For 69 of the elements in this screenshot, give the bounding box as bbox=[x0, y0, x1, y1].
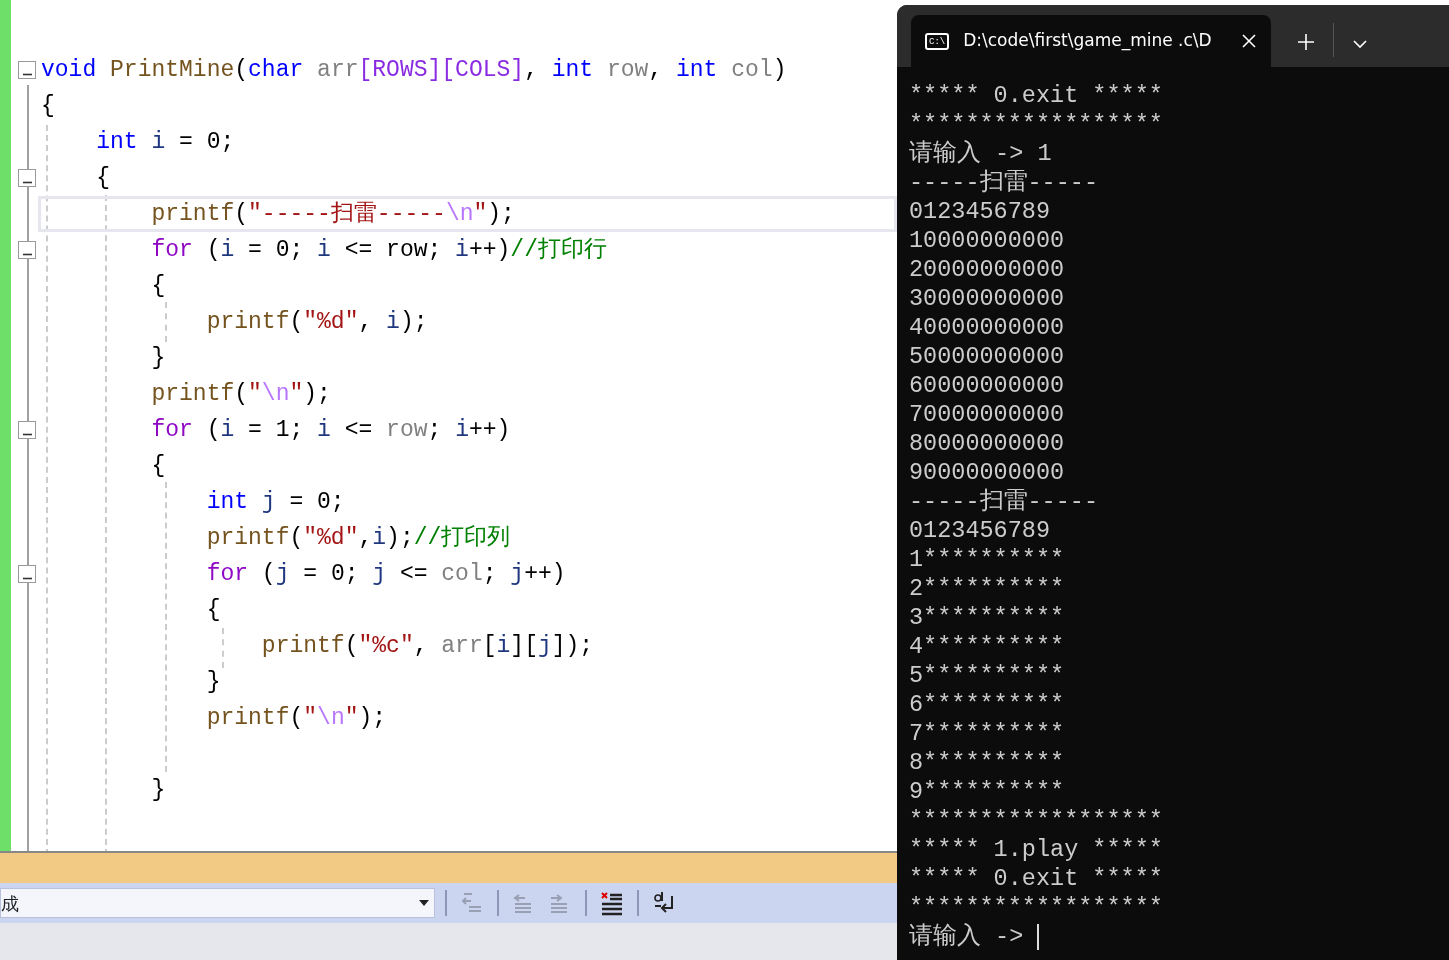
collapse-button[interactable] bbox=[18, 565, 36, 583]
code-line: } bbox=[150, 344, 166, 373]
close-icon bbox=[1241, 33, 1257, 49]
terminal-line: ***** 1.play ***** bbox=[909, 835, 1163, 864]
terminal-line: 5********** bbox=[909, 661, 1065, 690]
terminal-line: 20000000000 bbox=[909, 255, 1065, 284]
code-line: { bbox=[205, 596, 221, 625]
code-line: printf("%d", i); bbox=[205, 308, 428, 337]
terminal-line: 2********** bbox=[909, 574, 1065, 603]
text-cursor bbox=[1037, 923, 1040, 950]
terminal-line: ****************** bbox=[909, 110, 1163, 139]
terminal-line: 3********** bbox=[909, 603, 1065, 632]
terminal-line: 10000000000 bbox=[909, 226, 1065, 255]
chevron-down-icon bbox=[1352, 39, 1368, 49]
terminal-line: 60000000000 bbox=[909, 371, 1065, 400]
terminal-prompt: 请输入 -> bbox=[909, 922, 1025, 951]
code-line: for (j = 0; j <= col; j++) bbox=[205, 560, 566, 589]
code-line: int i = 0; bbox=[95, 128, 235, 157]
code-line: printf("\n"); bbox=[205, 704, 387, 733]
terminal-tab[interactable]: C:\ D:\code\first\game_mine .c\D bbox=[911, 15, 1271, 67]
terminal-line: 7********** bbox=[909, 719, 1065, 748]
code-line: printf("%c", arr[i][j]); bbox=[260, 632, 594, 661]
code-line: int j = 0; bbox=[205, 488, 345, 517]
dropdown-value: 成 bbox=[1, 891, 19, 916]
terminal-line: 30000000000 bbox=[909, 284, 1065, 313]
terminal-line: 50000000000 bbox=[909, 342, 1065, 371]
terminal-line: 8********** bbox=[909, 748, 1065, 777]
terminal-line: 40000000000 bbox=[909, 313, 1065, 342]
new-tab-button[interactable] bbox=[1297, 33, 1315, 51]
clear-list-icon bbox=[600, 890, 624, 916]
collapse-button[interactable] bbox=[18, 169, 36, 187]
code-line: printf("%d",i);//打印列 bbox=[205, 524, 511, 553]
close-button[interactable] bbox=[1241, 33, 1257, 49]
terminal-icon: C:\ bbox=[925, 32, 950, 50]
collapse-button[interactable] bbox=[18, 421, 36, 439]
terminal-line: -----扫雷----- bbox=[909, 487, 1099, 516]
terminal-line: 4********** bbox=[909, 632, 1065, 661]
tab-title: D:\code\first\game_mine .c\D bbox=[963, 29, 1213, 53]
caret-icon bbox=[418, 899, 430, 907]
dropdown-button[interactable] bbox=[1352, 39, 1368, 49]
code-line: { bbox=[150, 272, 166, 301]
build-dropdown[interactable]: 成 bbox=[0, 888, 435, 918]
code-line: printf("\n"); bbox=[150, 380, 331, 409]
collapse-button[interactable] bbox=[18, 61, 36, 79]
terminal-line: ***** 0.exit ***** bbox=[909, 864, 1163, 893]
terminal-line: 0123456789 bbox=[909, 516, 1051, 545]
terminal-line: ****************** bbox=[909, 893, 1163, 922]
code-line: { bbox=[95, 164, 110, 193]
code-line: for (i = 1; i <= row; i++) bbox=[150, 416, 511, 445]
terminal-line: 90000000000 bbox=[909, 458, 1065, 487]
collapse-button[interactable] bbox=[18, 241, 36, 259]
terminal-line: 9********** bbox=[909, 777, 1065, 806]
plus-icon bbox=[1297, 33, 1315, 51]
code-line: printf("-----扫雷-----\n"); bbox=[150, 200, 515, 229]
terminal-line: -----扫雷----- bbox=[909, 168, 1099, 197]
terminal-line: ****************** bbox=[909, 806, 1163, 835]
terminal-line: ***** 0.exit ***** bbox=[909, 81, 1163, 110]
terminal-line: 1********** bbox=[909, 545, 1065, 574]
code-line: { bbox=[41, 92, 55, 121]
code-line: } bbox=[150, 776, 166, 805]
code-line: } bbox=[205, 668, 221, 697]
terminal-line: 6********** bbox=[909, 690, 1065, 719]
terminal-line: 0123456789 bbox=[909, 197, 1051, 226]
terminal-line: 请输入 -> 1 bbox=[909, 139, 1052, 168]
code-line: for (i = 0; i <= row; i++)//打印行 bbox=[150, 236, 607, 265]
terminal-line: 80000000000 bbox=[909, 429, 1065, 458]
code-line: { bbox=[150, 452, 166, 481]
code-line: void PrintMine(char arr[ROWS][COLS], int row, int col) bbox=[41, 56, 787, 85]
terminal-line: 70000000000 bbox=[909, 400, 1065, 429]
